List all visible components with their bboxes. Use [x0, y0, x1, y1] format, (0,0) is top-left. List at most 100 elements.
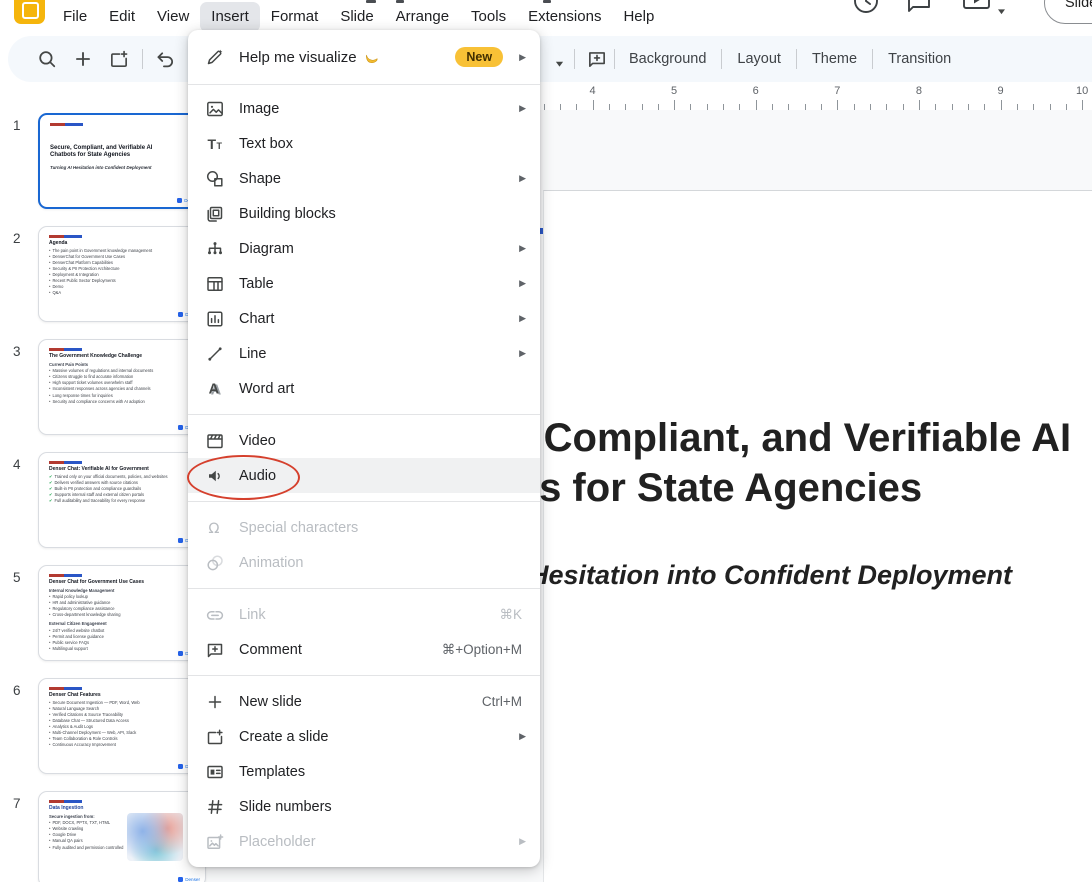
menu-item-shape[interactable]: Shape ▶	[188, 161, 540, 196]
menu-item-label: Comment	[239, 642, 302, 658]
add-comment-icon[interactable]	[586, 48, 608, 75]
menubar-item-help[interactable]: Help	[612, 2, 665, 32]
thumb-title: Denser Chat for Government Use Cases	[49, 579, 195, 586]
menu-item-new-slide[interactable]: New slideCtrl+M	[188, 684, 540, 719]
thumb-bullet: •Cross-department knowledge sharing	[49, 612, 195, 618]
thumb-accent-line	[49, 461, 85, 464]
menu-divider	[188, 501, 540, 502]
menu-divider	[188, 84, 540, 85]
menu-item-label: Table	[239, 276, 274, 292]
submenu-arrow-icon: ▶	[519, 243, 526, 254]
present-icon[interactable]	[962, 0, 992, 19]
table-icon	[205, 274, 225, 294]
slide-number: 3	[13, 344, 21, 359]
menubar-item-edit[interactable]: Edit	[98, 2, 146, 32]
menu-item-help-me-visualize[interactable]: Help me visualize New ▶	[188, 36, 540, 78]
slide-thumbnail-1[interactable]: Secure, Compliant, and Verifiable AI Cha…	[38, 113, 206, 209]
thumb-bullets: •24/7 verified website chatbot•Permit an…	[49, 628, 195, 653]
menu-item-label: Slide numbers	[239, 799, 332, 815]
menu-item-text-box[interactable]: TTText box	[188, 126, 540, 161]
menu-item-label: Placeholder	[239, 834, 316, 850]
thumb-accent-line	[49, 348, 85, 351]
slide-filmstrip: 1Secure, Compliant, and Verifiable AI Ch…	[0, 110, 188, 882]
caret-down-icon[interactable]	[997, 2, 1006, 20]
ruler-tick	[1001, 100, 1002, 110]
menu-item-label: Create a slide	[239, 729, 328, 745]
svg-text:T: T	[208, 136, 217, 152]
menu-item-comment[interactable]: Comment⌘+Option+M	[188, 632, 540, 667]
slide-canvas[interactable]	[543, 190, 1092, 882]
toolbar-button-transition[interactable]: Transition	[873, 45, 966, 73]
slide-thumbnail-3[interactable]: The Government Knowledge ChallengeCurren…	[38, 339, 206, 435]
thumb-subtitle: Turning AI Hesitation into Confident Dep…	[50, 165, 194, 170]
menubar-item-slide[interactable]: Slide	[329, 2, 384, 32]
slide-thumbnail-5[interactable]: Denser Chat for Government Use CasesInte…	[38, 565, 206, 661]
menubar-item-extensions[interactable]: Extensions	[517, 2, 612, 32]
zoom-plus-icon[interactable]	[72, 48, 94, 75]
submenu-arrow-icon: ▶	[519, 52, 526, 63]
menu-item-chart[interactable]: Chart▶	[188, 301, 540, 336]
ruler-tick	[772, 104, 773, 110]
menu-item-label: Shape	[239, 171, 281, 187]
chrome-remnant	[396, 0, 404, 3]
menu-item-table[interactable]: Table▶	[188, 266, 540, 301]
slide-thumbnail-7[interactable]: Data IngestionSecure ingestion from:•PDF…	[38, 791, 206, 882]
menu-item-audio[interactable]: Audio	[188, 458, 540, 493]
ruler-tick	[919, 100, 920, 110]
pen-spark-icon	[205, 47, 225, 67]
chart-icon	[205, 309, 225, 329]
menubar-item-view[interactable]: View	[146, 2, 200, 32]
link-icon	[205, 605, 225, 625]
menu-item-word-art[interactable]: AAWord art	[188, 371, 540, 406]
menubar-item-arrange[interactable]: Arrange	[385, 2, 460, 32]
toolbar-actions: BackgroundLayoutThemeTransition	[614, 36, 966, 82]
ruler-tick	[707, 104, 708, 110]
menu-item-slide-numbers[interactable]: Slide numbers	[188, 789, 540, 824]
slides-logo-icon[interactable]	[14, 0, 45, 24]
slide-number: 6	[13, 683, 21, 698]
comment-history-icon[interactable]	[905, 0, 933, 20]
new-slide-icon[interactable]	[108, 48, 130, 75]
ruler-tick	[690, 104, 691, 110]
thumb-accent-line	[49, 574, 85, 577]
thumb-lead: Current Pain Points	[49, 362, 195, 367]
ruler-tick	[576, 104, 577, 110]
ruler-tick	[609, 104, 610, 110]
slide-thumbnail-4[interactable]: Denser Chat: Verifiable AI for Governmen…	[38, 452, 206, 548]
slide-number: 1	[13, 118, 21, 133]
thumb-accent-line	[49, 687, 85, 690]
menu-item-templates[interactable]: Templates	[188, 754, 540, 789]
slide-thumbnail-2[interactable]: Agenda•The pain point in Government know…	[38, 226, 206, 322]
toolbar-button-layout[interactable]: Layout	[722, 45, 796, 73]
slideshow-button[interactable]: Slideshow	[1044, 0, 1092, 24]
thumb-bullet: •Fully audited and permission controlled	[49, 845, 123, 851]
create-slide-icon	[205, 727, 225, 747]
menubar-item-file[interactable]: File	[52, 2, 98, 32]
menu-item-video[interactable]: Video	[188, 423, 540, 458]
undo-icon[interactable]	[154, 48, 176, 75]
svg-text:T: T	[217, 141, 223, 151]
submenu-arrow-icon: ▶	[519, 173, 526, 184]
menu-item-building-blocks[interactable]: Building blocks	[188, 196, 540, 231]
version-history-icon[interactable]	[851, 0, 881, 22]
line-icon	[205, 344, 225, 364]
menu-item-line[interactable]: Line▶	[188, 336, 540, 371]
search-icon[interactable]	[36, 48, 58, 75]
caret-down-icon[interactable]	[554, 55, 565, 73]
menu-item-image[interactable]: Image▶	[188, 91, 540, 126]
ruler-tick	[903, 104, 904, 110]
toolbar-button-theme[interactable]: Theme	[797, 45, 872, 73]
omega-icon: Ω	[205, 518, 225, 538]
placeholder-icon	[205, 832, 225, 852]
menubar-item-tools[interactable]: Tools	[460, 2, 517, 32]
menubar-item-insert[interactable]: Insert	[200, 2, 260, 32]
toolbar-button-background[interactable]: Background	[614, 45, 721, 73]
menu-item-create-a-slide[interactable]: Create a slide ▶	[188, 719, 540, 754]
menu-item-label: Diagram	[239, 241, 294, 257]
submenu-arrow-icon: ▶	[519, 731, 526, 742]
slide-thumbnail-6[interactable]: Denser Chat Features•Secure Document Ing…	[38, 678, 206, 774]
menubar-item-format[interactable]: Format	[260, 2, 330, 32]
menu-item-diagram[interactable]: Diagram ▶	[188, 231, 540, 266]
thumb-bullet: •Q&A	[49, 290, 195, 296]
ruler-tick	[837, 100, 838, 110]
